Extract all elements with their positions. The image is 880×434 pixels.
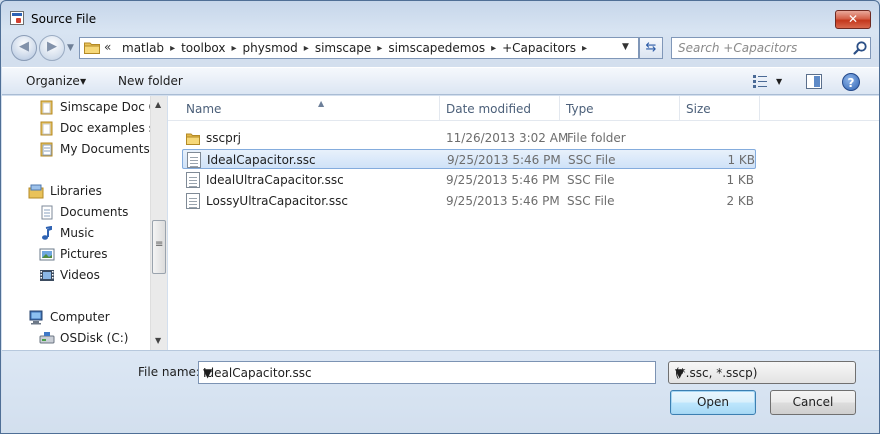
window-title: Source File (31, 12, 97, 26)
folder-icon (40, 100, 53, 115)
preview-pane-icon[interactable] (806, 74, 822, 89)
nav-item-documents[interactable]: Documents (2, 202, 150, 222)
address-bar[interactable]: « matlab ▸ toolbox ▸ physmod ▸ simscape … (79, 37, 639, 59)
pictures-icon (39, 248, 55, 261)
chevron-down-icon[interactable]: ▼ (80, 77, 86, 86)
help-icon[interactable]: ? (842, 73, 860, 91)
scroll-thumb[interactable] (152, 220, 166, 274)
folder-icon (186, 133, 200, 145)
file-row-lossyultracapacitor[interactable]: LossyUltraCapacitor.ssc 9/25/2013 5:46 P… (182, 191, 756, 211)
breadcrumb-toolbox[interactable]: toolbox (177, 41, 229, 56)
file-list: ▲ Name Date modified Type Size sscprj 11… (168, 96, 879, 350)
file-name-dropdown-arrow[interactable]: ▼ (203, 366, 212, 380)
search-placeholder: Search +Capacitors (678, 41, 798, 55)
source-file-dialog: Source File ✕ ◀ ▶ ▼ « matlab ▸ toolbox ▸… (0, 0, 880, 434)
videos-icon (40, 270, 54, 281)
view-options-icon[interactable] (752, 74, 768, 88)
search-input[interactable]: Search +Capacitors (671, 37, 871, 59)
navigation-scrollbar[interactable]: ▲ ▼ (150, 96, 167, 350)
nav-item-music[interactable]: Music (2, 223, 150, 243)
breadcrumb-capacitors[interactable]: +Capacitors (498, 41, 580, 56)
column-header-date[interactable]: Date modified (440, 96, 560, 121)
column-header-row: ▲ Name Date modified Type Size (168, 96, 879, 121)
file-row-sscprj[interactable]: sscprj 11/26/2013 3:02 AM File folder (182, 128, 756, 148)
file-row-idealcapacitor[interactable]: IdealCapacitor.ssc 9/25/2013 5:46 PM SSC… (182, 149, 756, 169)
breadcrumb: matlab ▸ toolbox ▸ physmod ▸ simscape ▸ … (118, 41, 589, 56)
folder-icon (40, 121, 53, 136)
file-name-area: File name: IdealCapacitor.ssc ▼ (*.ssc, … (2, 350, 879, 433)
refresh-icon: ⇆ (645, 40, 657, 55)
cancel-button[interactable]: Cancel (770, 390, 856, 415)
address-dropdown-arrow[interactable]: ▼ (622, 42, 629, 52)
documents-icon (41, 205, 53, 220)
recent-locations-dropdown[interactable]: ▼ (67, 43, 74, 53)
breadcrumb-separator[interactable]: ▸ (375, 41, 384, 56)
back-arrow-icon: ◀ (19, 39, 29, 54)
forward-arrow-icon: ▶ (47, 39, 57, 54)
document-icon (186, 172, 200, 188)
column-header-type[interactable]: Type (560, 96, 680, 121)
new-folder-button[interactable]: New folder (118, 74, 183, 88)
file-type-select[interactable]: (*.ssc, *.sscp) ▼ (668, 361, 856, 384)
column-header-size[interactable]: Size (680, 96, 760, 121)
nav-item-simscape-doc[interactable]: Simscape Doc Ce (2, 97, 150, 117)
nav-item-osdisk[interactable]: OSDisk (C:) (2, 328, 150, 348)
open-button[interactable]: Open (670, 390, 756, 415)
libraries-icon (28, 184, 44, 199)
folder-icon (84, 42, 100, 54)
command-bar: Organize ▼ New folder ▼ ? (2, 67, 879, 95)
file-row-idealultracapacitor[interactable]: IdealUltraCapacitor.ssc 9/25/2013 5:46 P… (182, 170, 756, 190)
breadcrumb-separator[interactable]: ▸ (230, 41, 239, 56)
column-header-name[interactable]: ▲ Name (180, 96, 440, 121)
back-button[interactable]: ◀ (11, 35, 37, 61)
organize-button[interactable]: Organize (26, 74, 80, 88)
nav-item-videos[interactable]: Videos (2, 265, 150, 285)
address-overflow-chevron[interactable]: « (104, 40, 111, 54)
breadcrumb-physmod[interactable]: physmod (239, 41, 302, 56)
view-dropdown-arrow[interactable]: ▼ (776, 77, 782, 86)
breadcrumb-separator[interactable]: ▸ (489, 41, 498, 56)
breadcrumb-simscapedemos[interactable]: simscapedemos (384, 41, 489, 56)
nav-item-pictures[interactable]: Pictures (2, 244, 150, 264)
computer-icon (29, 310, 43, 325)
nav-item-doc-examples[interactable]: Doc examples sa (2, 118, 150, 138)
title-bar: Source File ✕ (1, 1, 879, 31)
file-name-value: IdealCapacitor.ssc (203, 366, 312, 380)
breadcrumb-simscape[interactable]: simscape (311, 41, 375, 56)
music-icon (42, 226, 52, 240)
scroll-down-arrow[interactable]: ▼ (155, 336, 161, 345)
documents-icon (40, 142, 53, 157)
scroll-up-arrow[interactable]: ▲ (155, 100, 161, 109)
document-icon (187, 152, 201, 168)
breadcrumb-separator[interactable]: ▸ (302, 41, 311, 56)
nav-item-my-documents[interactable]: My Documents (2, 139, 150, 159)
nav-item-computer[interactable]: Computer (2, 307, 150, 327)
chevron-down-icon[interactable]: ▼ (675, 366, 684, 380)
breadcrumb-separator[interactable]: ▸ (168, 41, 177, 56)
forward-button[interactable]: ▶ (39, 35, 65, 61)
app-icon (10, 11, 24, 25)
navigation-pane: Simscape Doc Ce Doc examples sa My Docum… (2, 96, 150, 350)
close-button[interactable]: ✕ (835, 10, 871, 29)
sort-ascending-icon: ▲ (318, 99, 325, 108)
file-name-input[interactable]: IdealCapacitor.ssc ▼ (198, 361, 656, 384)
drive-icon (39, 332, 55, 344)
refresh-button[interactable]: ⇆ (639, 37, 663, 59)
document-icon (186, 193, 200, 209)
search-icon[interactable] (852, 40, 868, 56)
file-name-label: File name: (138, 365, 200, 379)
breadcrumb-separator[interactable]: ▸ (580, 41, 589, 56)
nav-item-libraries[interactable]: Libraries (2, 181, 150, 201)
breadcrumb-matlab[interactable]: matlab (118, 41, 168, 56)
file-type-value: (*.ssc, *.sscp) (675, 366, 758, 380)
